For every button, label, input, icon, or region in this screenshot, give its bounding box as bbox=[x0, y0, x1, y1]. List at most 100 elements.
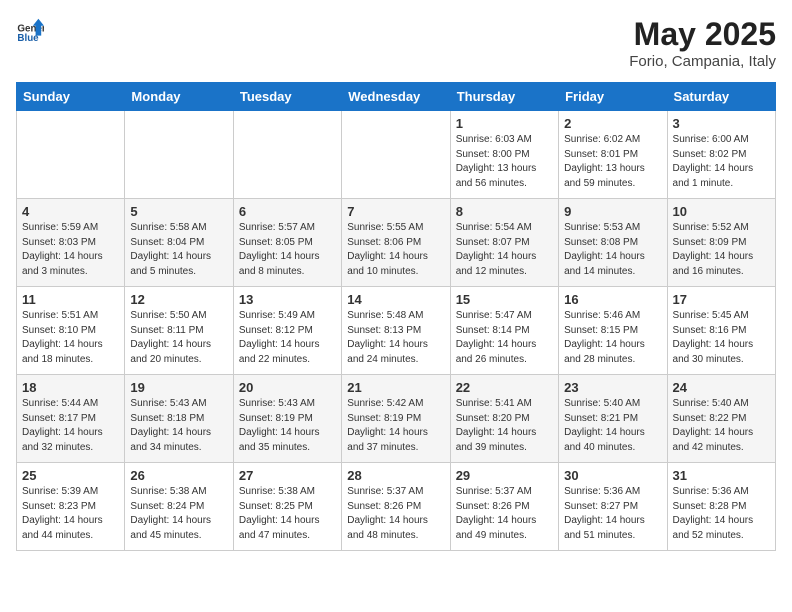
calendar-cell bbox=[233, 111, 341, 199]
day-number: 5 bbox=[130, 204, 227, 219]
day-info: Sunrise: 5:42 AM Sunset: 8:19 PM Dayligh… bbox=[347, 397, 444, 455]
day-number: 3 bbox=[673, 116, 770, 131]
day-info: Sunrise: 5:57 AM Sunset: 8:05 PM Dayligh… bbox=[239, 221, 336, 279]
day-number: 10 bbox=[673, 204, 770, 219]
calendar-cell: 27 Sunrise: 5:38 AM Sunset: 8:25 PM Dayli… bbox=[233, 463, 341, 551]
calendar-table: SundayMondayTuesdayWednesdayThursdayFrid… bbox=[16, 82, 776, 551]
calendar-cell: 15 Sunrise: 5:47 AM Sunset: 8:14 PM Dayli… bbox=[450, 287, 558, 375]
calendar-cell: 14Sunrise: 5:48 AM Sunset: 8:13 PM Dayli… bbox=[342, 287, 450, 375]
day-number: 13 bbox=[239, 292, 336, 307]
calendar-cell: 2 Sunrise: 6:02 AM Sunset: 8:01 PM Daylig… bbox=[559, 111, 667, 199]
day-info: Sunrise: 5:39 AM Sunset: 8:23 PM Dayligh… bbox=[22, 485, 119, 543]
calendar-cell: 31Sunrise: 5:36 AM Sunset: 8:28 PM Dayli… bbox=[667, 463, 775, 551]
day-number: 17 bbox=[673, 292, 770, 307]
calendar-cell: 23 Sunrise: 5:40 AM Sunset: 8:21 PM Dayli… bbox=[559, 375, 667, 463]
day-info: Sunrise: 5:40 AM Sunset: 8:21 PM Dayligh… bbox=[564, 397, 661, 455]
weekday-header-row: SundayMondayTuesdayWednesdayThursdayFrid… bbox=[17, 83, 776, 111]
calendar-cell: 1Sunrise: 6:03 AM Sunset: 8:00 PM Daylig… bbox=[450, 111, 558, 199]
day-info: Sunrise: 5:44 AM Sunset: 8:17 PM Dayligh… bbox=[22, 397, 119, 455]
day-info: Sunrise: 5:51 AM Sunset: 8:10 PM Dayligh… bbox=[22, 309, 119, 367]
calendar-cell: 17 Sunrise: 5:45 AM Sunset: 8:16 PM Dayli… bbox=[667, 287, 775, 375]
day-info: Sunrise: 5:58 AM Sunset: 8:04 PM Dayligh… bbox=[130, 221, 227, 279]
day-info: Sunrise: 5:54 AM Sunset: 8:07 PM Dayligh… bbox=[456, 221, 553, 279]
day-number: 7 bbox=[347, 204, 444, 219]
day-info: Sunrise: 5:36 AM Sunset: 8:27 PM Dayligh… bbox=[564, 485, 661, 543]
weekday-header-saturday: Saturday bbox=[667, 83, 775, 111]
calendar-cell: 3 Sunrise: 6:00 AM Sunset: 8:02 PM Daylig… bbox=[667, 111, 775, 199]
day-info: Sunrise: 5:59 AM Sunset: 8:03 PM Dayligh… bbox=[22, 221, 119, 279]
day-number: 22 bbox=[456, 380, 553, 395]
title-block: May 2025 Forio, Campania, Italy bbox=[629, 16, 776, 70]
calendar-cell bbox=[17, 111, 125, 199]
location: Forio, Campania, Italy bbox=[629, 53, 776, 70]
day-info: Sunrise: 6:03 AM Sunset: 8:00 PM Dayligh… bbox=[456, 133, 553, 191]
calendar-week-5: 25 Sunrise: 5:39 AM Sunset: 8:23 PM Dayli… bbox=[17, 463, 776, 551]
calendar-cell: 30 Sunrise: 5:36 AM Sunset: 8:27 PM Dayli… bbox=[559, 463, 667, 551]
calendar-cell: 8 Sunrise: 5:54 AM Sunset: 8:07 PM Daylig… bbox=[450, 199, 558, 287]
day-number: 28 bbox=[347, 468, 444, 483]
day-info: Sunrise: 5:36 AM Sunset: 8:28 PM Dayligh… bbox=[673, 485, 770, 543]
calendar-cell bbox=[342, 111, 450, 199]
calendar-cell: 19Sunrise: 5:43 AM Sunset: 8:18 PM Dayli… bbox=[125, 375, 233, 463]
day-number: 30 bbox=[564, 468, 661, 483]
day-number: 26 bbox=[130, 468, 227, 483]
calendar-cell: 26Sunrise: 5:38 AM Sunset: 8:24 PM Dayli… bbox=[125, 463, 233, 551]
day-number: 24 bbox=[673, 380, 770, 395]
calendar-cell: 20 Sunrise: 5:43 AM Sunset: 8:19 PM Dayli… bbox=[233, 375, 341, 463]
month-year: May 2025 bbox=[629, 16, 776, 53]
weekday-header-friday: Friday bbox=[559, 83, 667, 111]
calendar-week-2: 4 Sunrise: 5:59 AM Sunset: 8:03 PM Daylig… bbox=[17, 199, 776, 287]
day-number: 25 bbox=[22, 468, 119, 483]
day-number: 4 bbox=[22, 204, 119, 219]
weekday-header-sunday: Sunday bbox=[17, 83, 125, 111]
day-number: 9 bbox=[564, 204, 661, 219]
day-number: 15 bbox=[456, 292, 553, 307]
day-number: 18 bbox=[22, 380, 119, 395]
day-number: 21 bbox=[347, 380, 444, 395]
calendar-cell: 11 Sunrise: 5:51 AM Sunset: 8:10 PM Dayli… bbox=[17, 287, 125, 375]
logo-icon: General Blue bbox=[16, 16, 44, 44]
day-info: Sunrise: 5:38 AM Sunset: 8:25 PM Dayligh… bbox=[239, 485, 336, 543]
day-info: Sunrise: 5:37 AM Sunset: 8:26 PM Dayligh… bbox=[347, 485, 444, 543]
day-info: Sunrise: 5:43 AM Sunset: 8:19 PM Dayligh… bbox=[239, 397, 336, 455]
calendar-cell: 5 Sunrise: 5:58 AM Sunset: 8:04 PM Daylig… bbox=[125, 199, 233, 287]
calendar-cell: 16Sunrise: 5:46 AM Sunset: 8:15 PM Dayli… bbox=[559, 287, 667, 375]
day-number: 23 bbox=[564, 380, 661, 395]
day-info: Sunrise: 5:48 AM Sunset: 8:13 PM Dayligh… bbox=[347, 309, 444, 367]
calendar-cell: 25 Sunrise: 5:39 AM Sunset: 8:23 PM Dayli… bbox=[17, 463, 125, 551]
day-number: 19 bbox=[130, 380, 227, 395]
day-info: Sunrise: 5:41 AM Sunset: 8:20 PM Dayligh… bbox=[456, 397, 553, 455]
calendar-cell: 28 Sunrise: 5:37 AM Sunset: 8:26 PM Dayli… bbox=[342, 463, 450, 551]
day-info: Sunrise: 5:53 AM Sunset: 8:08 PM Dayligh… bbox=[564, 221, 661, 279]
logo: General Blue bbox=[16, 16, 44, 44]
calendar-cell: 9 Sunrise: 5:53 AM Sunset: 8:08 PM Daylig… bbox=[559, 199, 667, 287]
calendar-cell: 21 Sunrise: 5:42 AM Sunset: 8:19 PM Dayli… bbox=[342, 375, 450, 463]
day-number: 11 bbox=[22, 292, 119, 307]
calendar-cell: 6 Sunrise: 5:57 AM Sunset: 8:05 PM Daylig… bbox=[233, 199, 341, 287]
weekday-header-tuesday: Tuesday bbox=[233, 83, 341, 111]
calendar-week-1: 1Sunrise: 6:03 AM Sunset: 8:00 PM Daylig… bbox=[17, 111, 776, 199]
day-number: 20 bbox=[239, 380, 336, 395]
calendar-cell: 12Sunrise: 5:50 AM Sunset: 8:11 PM Dayli… bbox=[125, 287, 233, 375]
weekday-header-monday: Monday bbox=[125, 83, 233, 111]
day-number: 29 bbox=[456, 468, 553, 483]
day-number: 16 bbox=[564, 292, 661, 307]
day-info: Sunrise: 5:45 AM Sunset: 8:16 PM Dayligh… bbox=[673, 309, 770, 367]
day-info: Sunrise: 6:02 AM Sunset: 8:01 PM Dayligh… bbox=[564, 133, 661, 191]
weekday-header-thursday: Thursday bbox=[450, 83, 558, 111]
calendar-week-3: 11 Sunrise: 5:51 AM Sunset: 8:10 PM Dayli… bbox=[17, 287, 776, 375]
day-info: Sunrise: 6:00 AM Sunset: 8:02 PM Dayligh… bbox=[673, 133, 770, 191]
day-number: 8 bbox=[456, 204, 553, 219]
calendar-cell: 24 Sunrise: 5:40 AM Sunset: 8:22 PM Dayli… bbox=[667, 375, 775, 463]
weekday-header-wednesday: Wednesday bbox=[342, 83, 450, 111]
calendar-cell: 22 Sunrise: 5:41 AM Sunset: 8:20 PM Dayli… bbox=[450, 375, 558, 463]
day-number: 27 bbox=[239, 468, 336, 483]
calendar-cell: 10Sunrise: 5:52 AM Sunset: 8:09 PM Dayli… bbox=[667, 199, 775, 287]
day-info: Sunrise: 5:40 AM Sunset: 8:22 PM Dayligh… bbox=[673, 397, 770, 455]
calendar-week-4: 18 Sunrise: 5:44 AM Sunset: 8:17 PM Dayli… bbox=[17, 375, 776, 463]
day-number: 2 bbox=[564, 116, 661, 131]
calendar-cell: 7Sunrise: 5:55 AM Sunset: 8:06 PM Daylig… bbox=[342, 199, 450, 287]
day-number: 6 bbox=[239, 204, 336, 219]
day-info: Sunrise: 5:47 AM Sunset: 8:14 PM Dayligh… bbox=[456, 309, 553, 367]
day-info: Sunrise: 5:49 AM Sunset: 8:12 PM Dayligh… bbox=[239, 309, 336, 367]
